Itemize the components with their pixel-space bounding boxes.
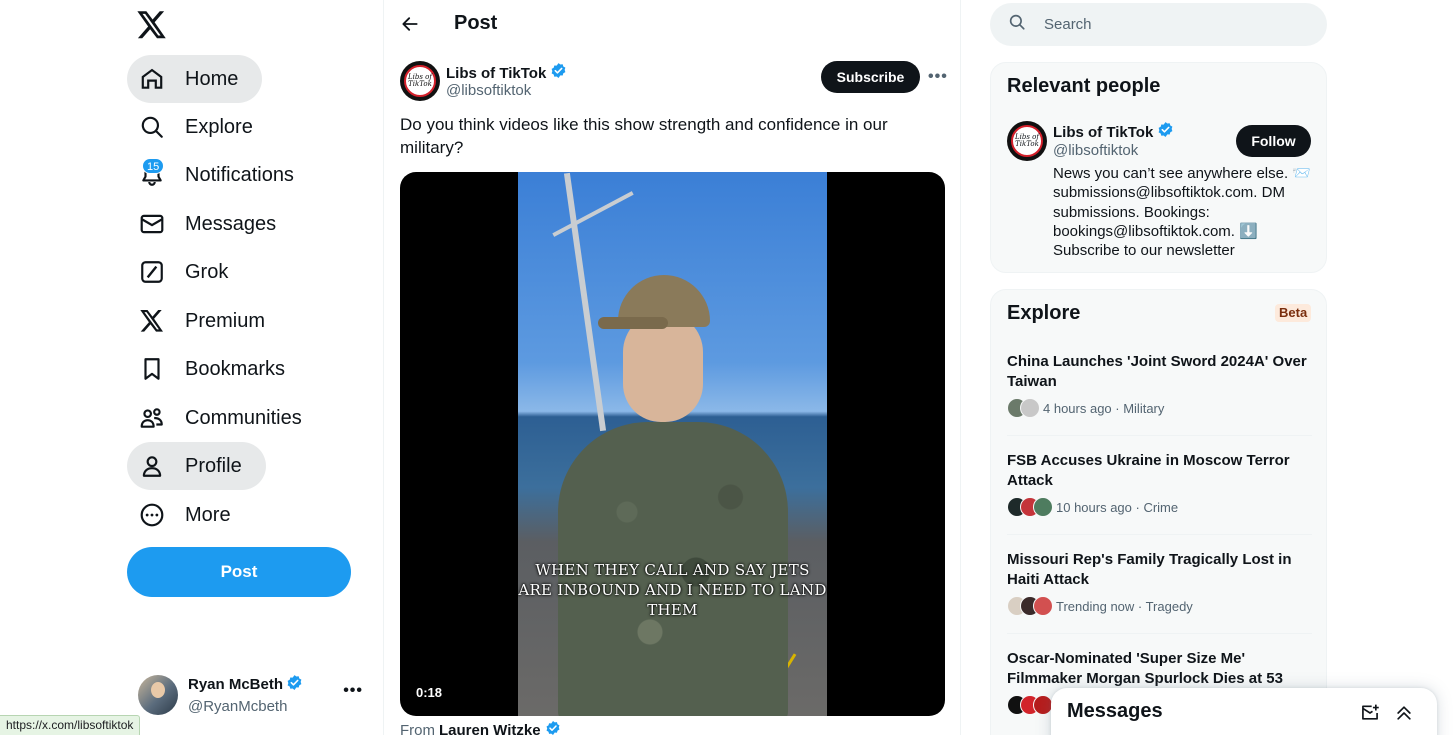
account-name: Ryan McBeth <box>188 676 284 693</box>
grok-icon <box>139 259 165 285</box>
trend-title: China Launches 'Joint Sword 2024A' Over … <box>1007 353 1307 390</box>
notification-count-badge: 15 <box>142 158 165 174</box>
search-bar[interactable] <box>990 3 1327 46</box>
video-source: From Lauren Witzke <box>400 720 561 735</box>
relevant-people-panel: Relevant people Libs of TikTok Libs of T… <box>990 62 1327 273</box>
communities-icon <box>139 405 165 431</box>
trend-avatars <box>1007 596 1053 616</box>
person-bio: News you can’t see anywhere else. 📨 subm… <box>1053 165 1311 260</box>
nav-grok[interactable]: Grok <box>127 248 252 296</box>
search-icon <box>1008 13 1026 36</box>
avatar-logo-text: Libs of TikTok <box>1011 125 1043 157</box>
verified-badge-icon <box>1157 121 1174 144</box>
bookmark-icon <box>139 356 165 382</box>
more-circle-icon <box>139 502 165 528</box>
nav-communities-label: Communities <box>185 406 302 429</box>
explore-panel: Explore Beta China Launches 'Joint Sword… <box>990 289 1327 735</box>
trend-item[interactable]: Missouri Rep's Family Tragically Lost in… <box>1007 550 1312 634</box>
author-avatar[interactable]: Libs of TikTok <box>400 61 440 101</box>
verified-badge-icon <box>545 720 561 735</box>
avatar[interactable]: Libs of TikTok <box>1007 121 1047 161</box>
video-player[interactable]: WHEN THEY CALL AND SAY JETS ARE INBOUND … <box>400 172 945 716</box>
verified-badge-icon <box>550 62 567 85</box>
trend-avatars <box>1007 497 1053 517</box>
nav-explore[interactable]: Explore <box>127 103 277 151</box>
nav-bookmarks[interactable]: Bookmarks <box>127 345 309 393</box>
nav-messages-label: Messages <box>185 212 277 235</box>
x-logo-icon[interactable] <box>136 8 168 42</box>
trend-meta: Trending now · Tragedy <box>1056 598 1193 614</box>
trend-title: FSB Accuses Ukraine in Moscow Terror Att… <box>1007 452 1290 489</box>
video-frame: WHEN THEY CALL AND SAY JETS ARE INBOUND … <box>518 172 827 716</box>
more-dots-icon[interactable]: ••• <box>928 68 948 86</box>
new-message-icon[interactable] <box>1359 702 1381 724</box>
person-name[interactable]: Libs of TikTok <box>1053 123 1153 143</box>
beta-badge: Beta <box>1275 304 1312 322</box>
from-prefix: From <box>400 721 435 735</box>
video-caption: WHEN THEY CALL AND SAY JETS ARE INBOUND … <box>518 561 827 619</box>
status-bar-url: https://x.com/libsoftiktok <box>0 715 141 735</box>
back-arrow-icon[interactable] <box>398 12 422 36</box>
nav-notifications-label: Notifications <box>185 163 294 186</box>
messages-drawer[interactable]: Messages <box>1051 688 1437 735</box>
search-input[interactable] <box>1044 16 1304 33</box>
chevron-double-up-icon[interactable] <box>1393 702 1415 724</box>
follow-button[interactable]: Follow <box>1236 125 1311 157</box>
post-detail-column: Post Libs of TikTok Libs of TikTok @libs… <box>384 0 961 735</box>
nav-messages[interactable]: Messages <box>127 200 300 248</box>
page-title: Post <box>454 12 498 34</box>
nav-explore-label: Explore <box>185 115 253 138</box>
relevant-people-title: Relevant people <box>1007 75 1161 97</box>
avatar <box>138 675 178 715</box>
nav-profile-label: Profile <box>185 454 242 477</box>
subscribe-button[interactable]: Subscribe <box>821 61 920 93</box>
trend-meta: 4 hours ago · Military <box>1043 400 1165 416</box>
nav-home-label: Home <box>185 67 239 90</box>
explore-title: Explore <box>1007 302 1081 324</box>
trend-title: Oscar-Nominated 'Super Size Me' Filmmake… <box>1007 650 1283 687</box>
nav-more-label: More <box>185 503 231 526</box>
trend-meta: 10 hours ago · Crime <box>1056 499 1179 515</box>
trend-avatars <box>1007 398 1040 418</box>
person-icon <box>139 453 165 479</box>
nav-premium-label: Premium <box>185 309 266 332</box>
trend-item[interactable]: China Launches 'Joint Sword 2024A' Over … <box>1007 352 1312 436</box>
account-switcher[interactable]: Ryan McBeth @RyanMcbeth ••• <box>127 666 377 724</box>
envelope-icon <box>139 211 165 237</box>
more-dots-icon[interactable]: ••• <box>343 682 363 700</box>
search-icon <box>139 114 165 140</box>
left-sidebar: Home Explore 15 Notifications Messages G… <box>0 0 384 735</box>
from-name[interactable]: Lauren Witzke <box>439 722 541 735</box>
trend-avatars <box>1007 695 1053 715</box>
nav-communities[interactable]: Communities <box>127 394 326 442</box>
nav-profile[interactable]: Profile <box>127 442 266 490</box>
home-icon <box>139 66 165 92</box>
x-logo-icon <box>139 308 165 334</box>
nav-more[interactable]: More <box>127 491 255 539</box>
nav-bookmarks-label: Bookmarks <box>185 357 286 380</box>
account-handle: @RyanMcbeth <box>188 697 288 715</box>
nav-grok-label: Grok <box>185 260 229 283</box>
author-handle[interactable]: @libsoftiktok <box>446 81 531 101</box>
messages-drawer-title: Messages <box>1067 700 1163 722</box>
nav-premium[interactable]: Premium <box>127 297 289 345</box>
post-button[interactable]: Post <box>127 547 351 597</box>
verified-badge-icon <box>286 674 303 697</box>
nav-home[interactable]: Home <box>127 55 263 103</box>
avatar-logo-text: Libs of TikTok <box>404 65 436 97</box>
post-header: Post <box>384 0 960 50</box>
video-duration: 0:18 <box>416 685 443 700</box>
person-handle[interactable]: @libsoftiktok <box>1053 141 1138 161</box>
post-text: Do you think videos like this show stren… <box>400 115 888 157</box>
trend-item[interactable]: FSB Accuses Ukraine in Moscow Terror Att… <box>1007 451 1312 535</box>
trend-title: Missouri Rep's Family Tragically Lost in… <box>1007 551 1292 588</box>
